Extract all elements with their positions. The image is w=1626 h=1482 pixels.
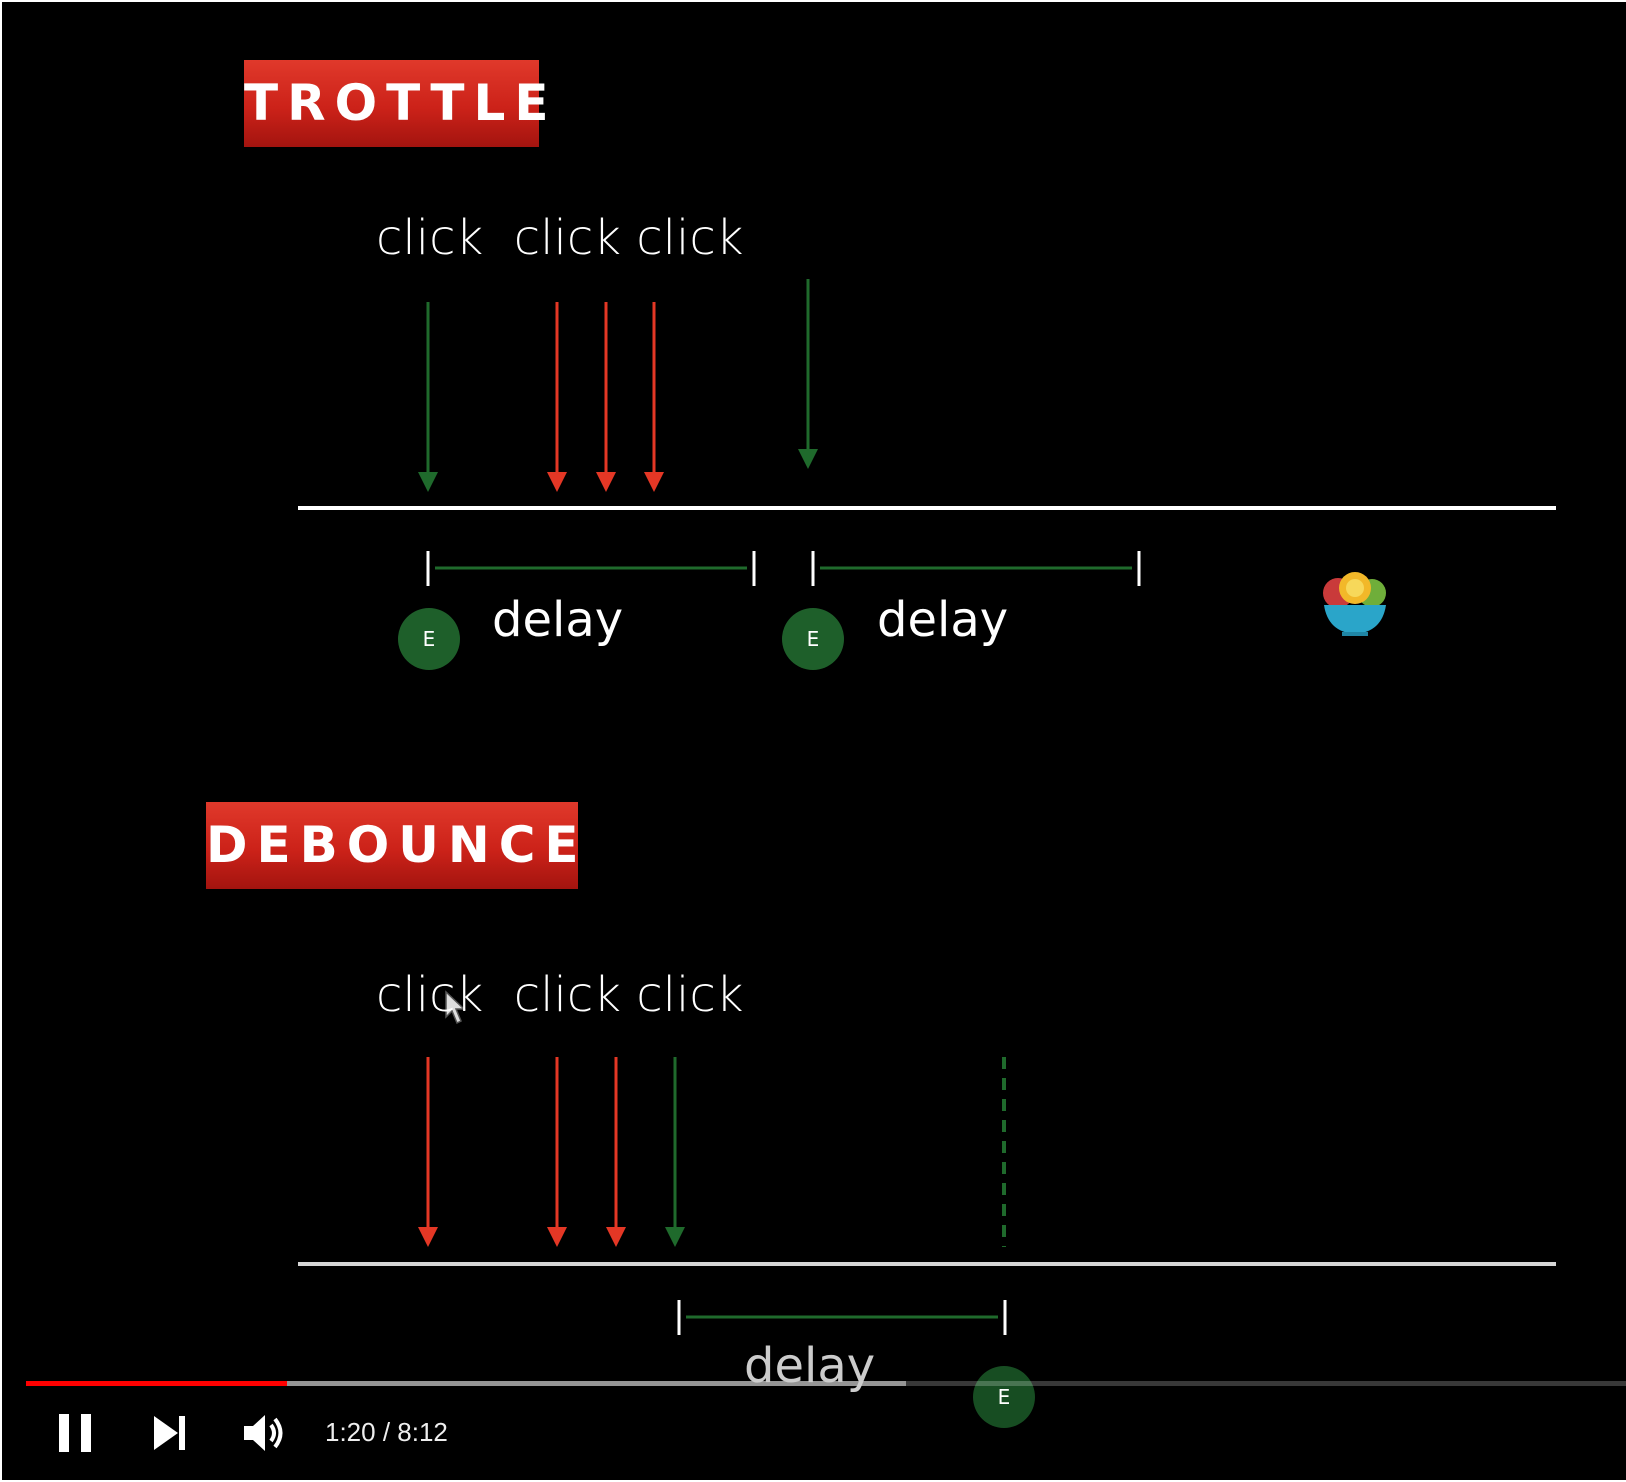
throttle-event-badge-2: E (782, 608, 844, 670)
throttle-delay-label-2: delay (877, 592, 1009, 648)
next-icon (154, 1416, 185, 1450)
next-button[interactable] (150, 1412, 190, 1454)
timeline-diagram (298, 279, 1556, 1335)
debounce-arrows (418, 1057, 1006, 1247)
debounce-arrow-red-1 (418, 1057, 438, 1247)
video-frame: TROTTLE click click click delay delay E … (2, 2, 1626, 1480)
pause-button[interactable] (54, 1410, 98, 1456)
throttle-arrow-red-1 (547, 302, 567, 492)
throttle-delay-label-1: delay (492, 592, 624, 648)
time-display: 1:20 / 8:12 (325, 1417, 448, 1447)
salad-bowl-icon (1323, 572, 1386, 636)
throttle-arrow-red-2 (596, 302, 616, 492)
throttle-arrow-red-3 (644, 302, 664, 492)
throttle-arrow-green-2 (798, 279, 818, 469)
progress-bar[interactable] (26, 1381, 1626, 1386)
progress-played (26, 1381, 287, 1386)
throttle-arrow-green-1 (418, 302, 438, 492)
debounce-clicks-label: click click click (376, 967, 744, 1023)
pause-icon (59, 1414, 91, 1452)
throttle-delay-bracket-1 (426, 551, 756, 586)
throttle-arrows (418, 279, 818, 492)
debounce-title-badge: DEBOUNCE (206, 802, 579, 889)
volume-button[interactable] (242, 1412, 288, 1454)
throttle-delay-bracket-2 (811, 551, 1141, 586)
debounce-arrow-green-1 (665, 1057, 685, 1247)
debounce-arrow-red-3 (606, 1057, 626, 1247)
debounce-delay-bracket (677, 1300, 1007, 1335)
debounce-event-badge: E (973, 1366, 1035, 1428)
debounce-arrow-red-2 (547, 1057, 567, 1247)
throttle-event-badge-1: E (398, 608, 460, 670)
volume-icon (244, 1415, 283, 1451)
video-player[interactable]: TROTTLE click click click delay delay E … (2, 2, 1626, 1480)
